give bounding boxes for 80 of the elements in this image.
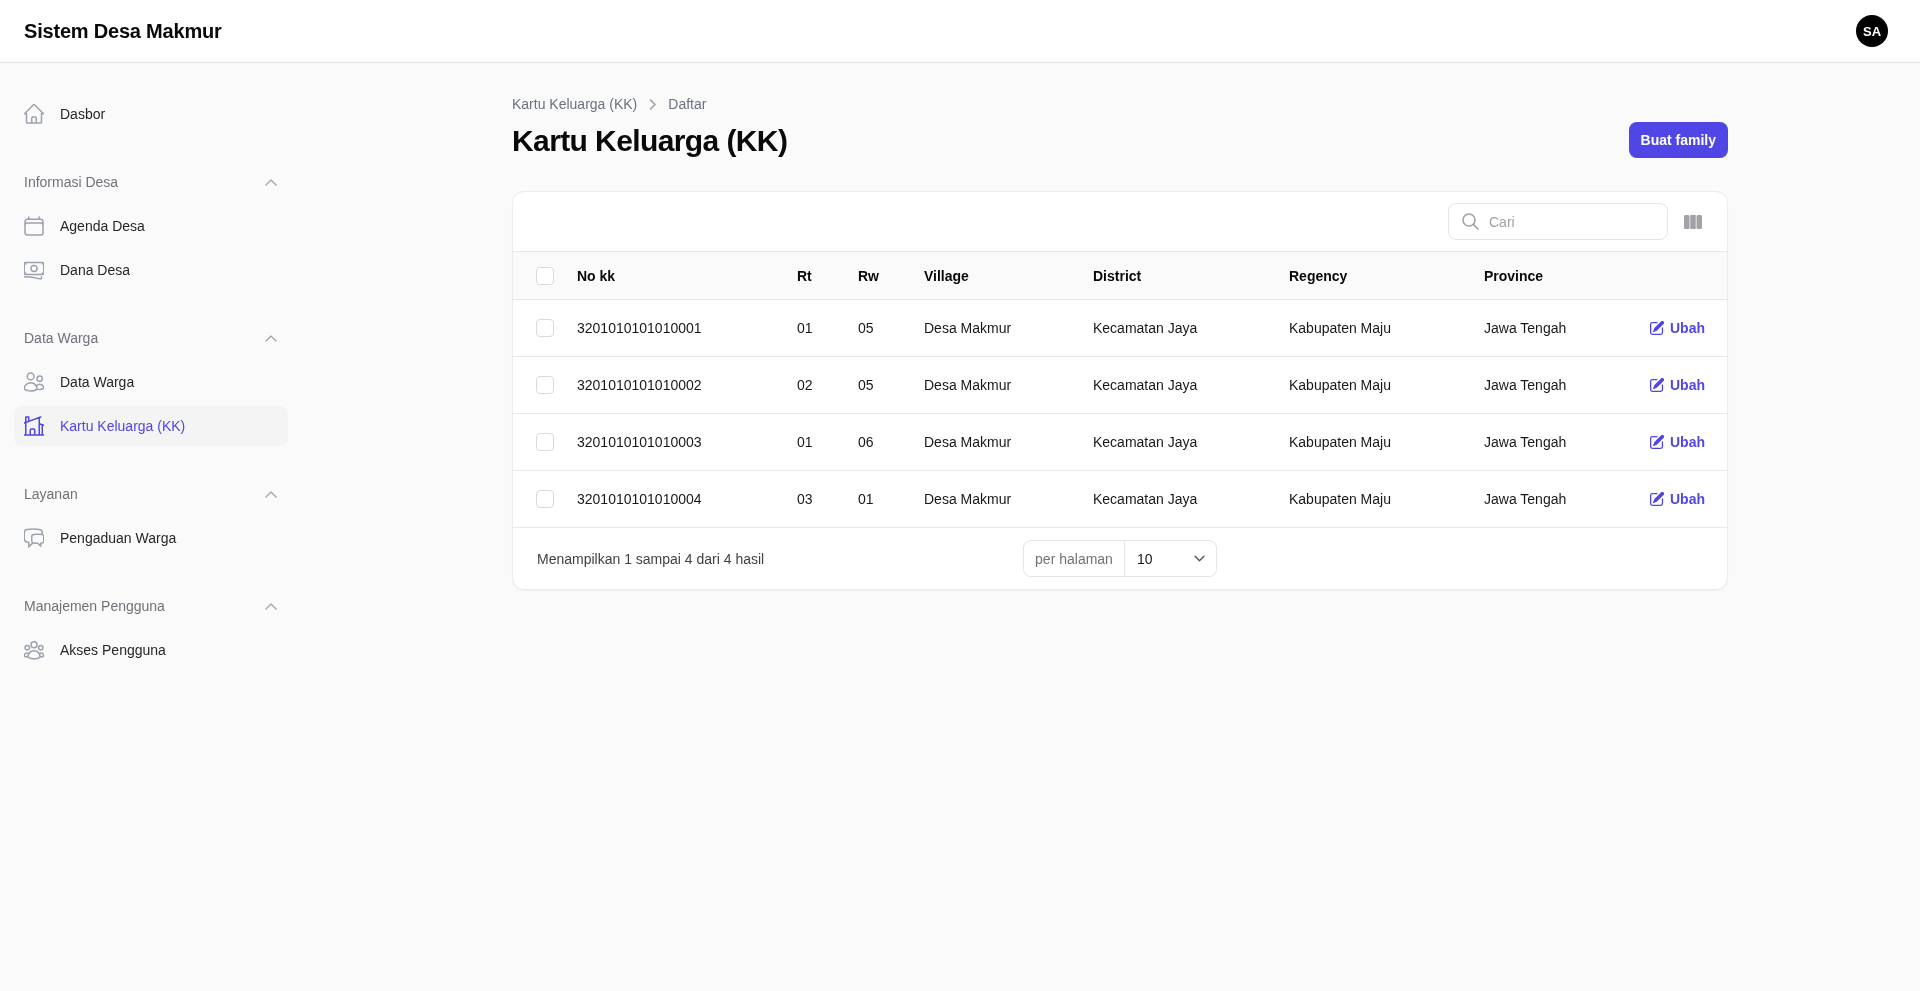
breadcrumb-link[interactable]: Kartu Keluarga (KK) bbox=[512, 96, 638, 112]
table-cell-text: Kecamatan Jaya bbox=[1093, 377, 1199, 393]
column-header: Province bbox=[1484, 267, 1545, 284]
table-cell-text: Kabupaten Maju bbox=[1289, 377, 1392, 393]
table-cell-text: 3201010101010001 bbox=[577, 320, 703, 336]
edit-link[interactable]: Ubah bbox=[1650, 377, 1705, 393]
table-cell-text: 3201010101010004 bbox=[577, 491, 703, 507]
column-header: Rt bbox=[797, 267, 813, 284]
banknote-icon bbox=[24, 260, 44, 280]
column-header: Village bbox=[924, 267, 970, 284]
pencil-square-icon bbox=[1650, 321, 1664, 335]
table-cell-text: 3201010101010003 bbox=[577, 434, 703, 450]
table-cell-text: Kecamatan Jaya bbox=[1093, 491, 1199, 507]
nav-item[interactable]: Agenda Desa bbox=[14, 206, 288, 246]
edit-link[interactable]: Ubah bbox=[1650, 491, 1705, 507]
table-cell-text: 01 bbox=[797, 434, 814, 450]
breadcrumb-current: Daftar bbox=[668, 96, 707, 112]
columns-icon[interactable] bbox=[1684, 214, 1702, 229]
edit-link[interactable]: Ubah bbox=[1650, 320, 1705, 336]
app-title: Sistem Desa Makmur bbox=[24, 19, 222, 43]
row-checkbox[interactable] bbox=[536, 490, 554, 508]
chevron-down-icon bbox=[1193, 555, 1205, 562]
edit-link[interactable]: Ubah bbox=[1650, 434, 1705, 450]
nav-item[interactable]: Pengaduan Warga bbox=[14, 518, 288, 558]
nav-item[interactable]: Data Warga bbox=[14, 362, 288, 402]
row-checkbox[interactable] bbox=[536, 376, 554, 394]
table-cell-text: 01 bbox=[797, 320, 814, 336]
nav-section-heading[interactable]: Informasi Desa bbox=[14, 162, 288, 202]
table-cell-text: Jawa Tengah bbox=[1484, 491, 1568, 507]
table-cell-text: Desa Makmur bbox=[924, 491, 1013, 507]
column-header: District bbox=[1093, 267, 1143, 284]
results-summary: Menampilkan 1 sampai 4 dari 4 hasil bbox=[537, 550, 766, 567]
search-icon bbox=[1462, 213, 1479, 230]
table-cell-text: Desa Makmur bbox=[924, 320, 1013, 336]
row-checkbox[interactable] bbox=[536, 433, 554, 451]
chat-bubbles-icon bbox=[24, 528, 44, 548]
table-cell-text: Kabupaten Maju bbox=[1289, 491, 1392, 507]
nav-item[interactable]: Kartu Keluarga (KK) bbox=[14, 406, 288, 446]
table-cell-text: Kecamatan Jaya bbox=[1093, 320, 1199, 336]
chevron-right-icon bbox=[649, 98, 657, 110]
building-icon bbox=[24, 416, 44, 436]
table-cell-text: Kabupaten Maju bbox=[1289, 320, 1392, 336]
nav-item[interactable]: Akses Pengguna bbox=[14, 630, 288, 670]
nav-item[interactable]: Dasbor bbox=[14, 94, 288, 134]
users-icon bbox=[24, 372, 44, 392]
column-header: Regency bbox=[1289, 267, 1349, 284]
user-group-icon bbox=[24, 640, 44, 660]
column-header: Rw bbox=[858, 267, 880, 284]
table-cell-text: 01 bbox=[858, 491, 875, 507]
per-page-label: per halaman bbox=[1024, 541, 1125, 576]
nav-item[interactable]: Dana Desa bbox=[14, 250, 288, 290]
table-cell-text: Jawa Tengah bbox=[1484, 434, 1568, 450]
nav-section-heading[interactable]: Layanan bbox=[14, 474, 288, 514]
per-page-select[interactable]: 10 bbox=[1124, 541, 1216, 576]
search-field[interactable]: Cari bbox=[1448, 203, 1668, 240]
create-button[interactable]: Buat family bbox=[1628, 122, 1728, 158]
nav-section-heading[interactable]: Manajemen Pengguna bbox=[14, 586, 288, 626]
page-title: Kartu Keluarga (KK) bbox=[512, 123, 788, 159]
column-header: No kk bbox=[577, 267, 617, 284]
table-cell-text: Jawa Tengah bbox=[1484, 377, 1568, 393]
row-checkbox[interactable] bbox=[536, 319, 554, 337]
pencil-square-icon bbox=[1650, 492, 1664, 506]
table-cell-text: 06 bbox=[858, 434, 875, 450]
table-cell-text: Kabupaten Maju bbox=[1289, 434, 1392, 450]
table-cell-text: 3201010101010002 bbox=[577, 377, 703, 393]
table-cell-text: 05 bbox=[858, 377, 875, 393]
table-cell-text: Kecamatan Jaya bbox=[1093, 434, 1199, 450]
select-all-checkbox[interactable] bbox=[536, 266, 554, 285]
pencil-square-icon bbox=[1650, 378, 1664, 392]
table-cell-text: Desa Makmur bbox=[924, 377, 1013, 393]
table-cell-text: 05 bbox=[858, 320, 875, 336]
nav-section-heading[interactable]: Data Warga bbox=[14, 318, 288, 358]
pencil-square-icon bbox=[1650, 435, 1664, 449]
table-cell-text: Desa Makmur bbox=[924, 434, 1013, 450]
table-cell-text: 02 bbox=[797, 377, 814, 393]
table-cell-text: Jawa Tengah bbox=[1484, 320, 1568, 336]
home-icon bbox=[24, 104, 44, 124]
table-cell-text: 03 bbox=[797, 491, 814, 507]
calendar-icon bbox=[24, 216, 44, 236]
user-avatar[interactable]: SA bbox=[1856, 15, 1888, 47]
